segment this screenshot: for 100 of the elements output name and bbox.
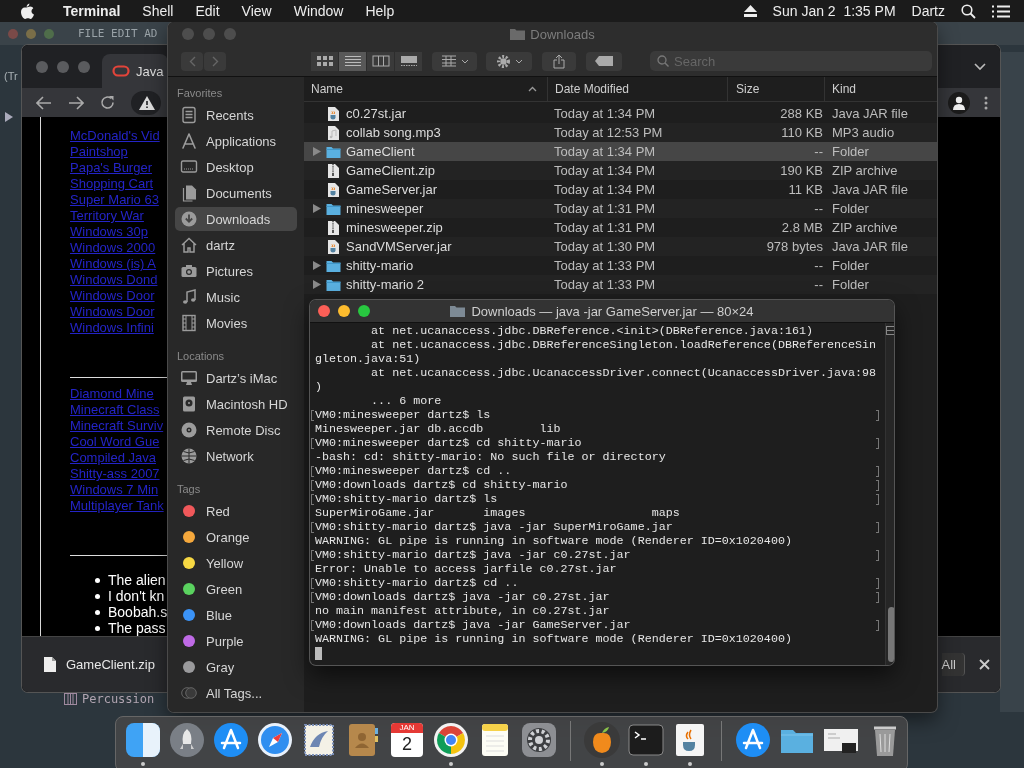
view-button[interactable] <box>311 51 338 71</box>
tag-button[interactable] <box>586 51 622 71</box>
show-all-button[interactable]: All <box>941 653 965 677</box>
sidebar-item[interactable]: Applications <box>175 129 297 153</box>
more-vertical-icon[interactable] <box>984 95 988 110</box>
disclosure-triangle-icon[interactable] <box>313 204 321 213</box>
calendar-icon[interactable]: JAN 2 <box>391 723 423 757</box>
view-button[interactable] <box>367 51 394 71</box>
channel-name[interactable]: Percussion <box>82 692 155 706</box>
sidebar-item[interactable]: Network <box>175 444 297 468</box>
terminal-line: at net.ucanaccess.jdbc.DBReferenceSingleton.loadReference(DBReferenceSin <box>370 338 877 352</box>
sidebar-item[interactable]: Downloads <box>175 207 297 231</box>
calendar-day: 2 <box>402 733 412 755</box>
share-button[interactable] <box>542 51 576 71</box>
warning-icon[interactable] <box>139 95 155 110</box>
date-cell-text: Today at 1:33 PM <box>553 277 657 292</box>
sidebar-item[interactable]: Pictures <box>175 259 297 283</box>
apple-logo-icon[interactable] <box>19 2 34 20</box>
file-row[interactable]: shitty-mario 2 Today at 1:33 PM -- Folder <box>304 275 937 294</box>
sidebar-item[interactable]: Dartz’s iMac <box>175 366 297 390</box>
file-row[interactable]: minesweeper.zip Today at 1:31 PM 2.8 MB ZIP archive <box>304 218 937 237</box>
play-icon[interactable] <box>5 112 13 122</box>
file-row[interactable]: GameClient Today at 1:34 PM -- Folder <box>304 142 937 161</box>
action-button[interactable] <box>486 51 532 71</box>
sidebar-item[interactable]: Remote Disc <box>175 418 297 442</box>
sidebar-heading: Favorites <box>177 87 224 101</box>
file-row[interactable]: minesweeper Today at 1:31 PM -- Folder <box>304 199 937 218</box>
sidebar-item[interactable]: Yellow <box>175 551 297 575</box>
window-close-button[interactable] <box>318 305 330 317</box>
letter-a-icon[interactable] <box>734 721 772 759</box>
sidebar-item[interactable]: Red <box>175 499 297 523</box>
file-row[interactable]: GameClient.zip Today at 1:34 PM 190 KB ZIP archive <box>304 161 937 180</box>
file-row[interactable]: shitty-mario Today at 1:33 PM -- Folder <box>304 256 937 275</box>
sidebar-item[interactable]: Green <box>175 577 297 601</box>
sidebar-item[interactable]: Desktop <box>175 155 297 179</box>
window-minimize-button[interactable] <box>338 305 350 317</box>
browser-tab[interactable]: Java <box>102 54 168 89</box>
address-bar[interactable] <box>131 90 161 115</box>
file-row[interactable]: SandVMServer.jar Today at 1:30 PM 978 bytes Java JAR file <box>304 237 937 256</box>
compass-icon[interactable] <box>256 721 294 759</box>
sidebar-item[interactable]: dartz <box>175 233 297 257</box>
tricolor-circle-icon[interactable] <box>432 721 470 759</box>
sidebar-item[interactable]: Movies <box>175 311 297 335</box>
rocket-icon[interactable] <box>168 721 206 759</box>
sidebar-item[interactable]: Orange <box>175 525 297 549</box>
file-row[interactable]: GameServer.jar Today at 1:34 PM 11 KB Java JAR file <box>304 180 937 199</box>
column-header[interactable]: Name <box>304 77 548 101</box>
fruit-icon[interactable] <box>583 721 621 759</box>
back-arrow-icon[interactable] <box>36 95 52 110</box>
file-name: SandVMServer.jar <box>346 239 452 254</box>
column-header[interactable]: Kind <box>825 77 937 101</box>
disclosure-triangle-icon[interactable] <box>313 147 321 156</box>
sidebar-item[interactable]: Blue <box>175 603 297 627</box>
list-icon[interactable] <box>992 4 1010 18</box>
file-row[interactable]: collab song.mp3 Today at 12:53 PM 110 KB MP3 audio <box>304 123 937 142</box>
column-header[interactable]: Size <box>728 77 825 101</box>
menu-item[interactable]: Help <box>354 3 406 19</box>
gear-icon[interactable] <box>520 721 558 759</box>
sidebar-item[interactable]: Recents <box>175 103 297 127</box>
sidebar-item[interactable]: Documents <box>175 181 297 205</box>
profile-button[interactable] <box>948 91 970 114</box>
menu-item[interactable]: Edit <box>184 3 231 19</box>
eject-icon[interactable] <box>743 5 757 17</box>
two-tone-square-icon[interactable] <box>124 721 162 759</box>
sidebar-item[interactable]: Music <box>175 285 297 309</box>
terminal-icon[interactable] <box>627 721 665 759</box>
forward-arrow-icon[interactable] <box>68 95 84 110</box>
download-file-name[interactable]: GameClient.zip <box>66 657 155 673</box>
menu-item[interactable]: Shell <box>131 3 185 19</box>
window-zoom-button[interactable] <box>358 305 370 317</box>
menu-app-name[interactable]: Terminal <box>52 3 132 19</box>
reload-icon[interactable] <box>100 95 115 111</box>
window-zoom-button[interactable] <box>78 60 90 73</box>
menu-item[interactable]: Window <box>282 3 355 19</box>
letter-a-icon[interactable] <box>212 721 250 759</box>
window-close-button[interactable] <box>36 60 48 73</box>
search-icon[interactable] <box>961 3 976 19</box>
column-header[interactable]: Date Modified <box>548 77 728 101</box>
tray-icon <box>180 106 198 124</box>
track-label: (Tr <box>4 70 18 82</box>
terminal-line: ... 6 more <box>370 394 442 408</box>
disclosure-triangle-icon[interactable] <box>313 261 321 270</box>
scrollbar-thumb[interactable] <box>887 607 894 662</box>
terminal-line: VM0:shitty-mario dartz$ ls <box>315 492 498 506</box>
group-button[interactable] <box>432 51 477 71</box>
disclosure-triangle-icon[interactable] <box>313 280 321 289</box>
view-button[interactable] <box>395 51 422 71</box>
file-row[interactable]: c0.27st.jar Today at 1:34 PM 288 KB Java JAR file <box>304 104 937 123</box>
sidebar-item[interactable]: Gray <box>175 655 297 679</box>
chevron-down-icon[interactable] <box>974 62 986 71</box>
split-pane-icon[interactable] <box>886 326 894 335</box>
sidebar-item[interactable]: Purple <box>175 629 297 653</box>
sidebar-item[interactable]: Macintosh HD <box>175 392 297 416</box>
close-icon[interactable] <box>979 659 990 671</box>
view-button[interactable] <box>339 51 366 71</box>
menu-clock[interactable]: Sun Jan 2 1:35 PM <box>772 3 896 19</box>
sidebar-item[interactable]: All Tags... <box>175 681 297 705</box>
menu-item[interactable]: View <box>230 3 283 19</box>
menu-user[interactable]: Dartz <box>911 3 945 19</box>
music-note-icon <box>180 288 198 306</box>
